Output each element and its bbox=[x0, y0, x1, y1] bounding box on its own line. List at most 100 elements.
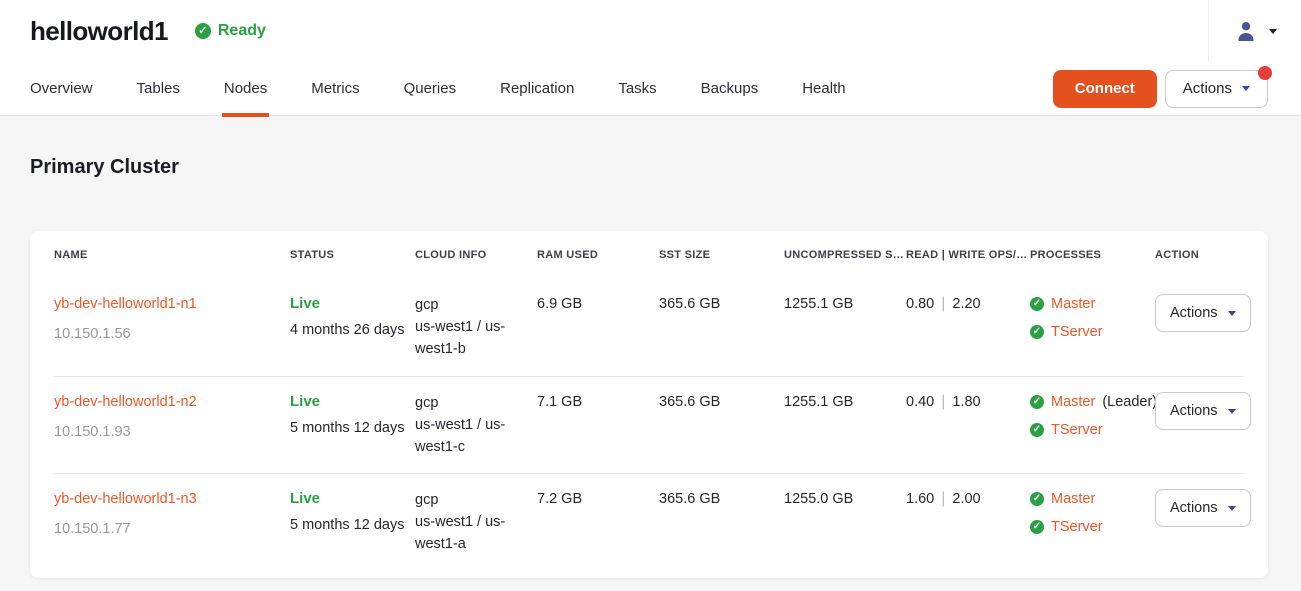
node-actions-button[interactable]: Actions bbox=[1155, 489, 1251, 527]
cell-sst-size: 365.6 GB bbox=[659, 489, 784, 509]
column-header-cloud-info[interactable]: CLOUD INFO bbox=[415, 249, 537, 261]
read-ops: 0.80 bbox=[906, 296, 934, 312]
universe-header: helloworld1 ✓ Ready bbox=[0, 0, 1301, 62]
tab-queries[interactable]: Queries bbox=[404, 62, 457, 116]
node-zone: us-west1 / us-west1-c bbox=[415, 414, 527, 458]
read-ops: 0.40 bbox=[906, 394, 934, 410]
write-ops: 2.00 bbox=[952, 491, 980, 507]
process-tserver: ✓ TServer bbox=[1030, 322, 1155, 342]
tab-tables[interactable]: Tables bbox=[137, 62, 180, 116]
nodes-page: Primary Cluster NAME STATUS CLOUD INFO R… bbox=[0, 116, 1301, 591]
process-tserver: ✓ TServer bbox=[1030, 420, 1155, 440]
node-status: Live bbox=[290, 392, 415, 412]
node-ip: 10.150.1.93 bbox=[54, 422, 290, 442]
column-header-sst-size[interactable]: SST SIZE bbox=[659, 249, 784, 261]
tab-backups[interactable]: Backups bbox=[701, 62, 759, 116]
check-circle-icon: ✓ bbox=[1030, 520, 1044, 534]
chevron-down-icon bbox=[1228, 311, 1236, 316]
cell-cloud-info: gcp us-west1 / us-west1-c bbox=[415, 392, 537, 458]
process-label: TServer bbox=[1051, 420, 1103, 440]
node-uptime: 5 months 12 days bbox=[290, 515, 415, 535]
write-ops: 1.80 bbox=[952, 394, 980, 410]
universe-actions-button[interactable]: Actions bbox=[1165, 70, 1268, 108]
node-actions-label: Actions bbox=[1170, 403, 1218, 419]
node-name-link[interactable]: yb-dev-helloworld1-n3 bbox=[54, 489, 197, 509]
cell-processes: ✓ Master ✓ TServer bbox=[1030, 489, 1155, 545]
process-label: TServer bbox=[1051, 322, 1103, 342]
process-label: TServer bbox=[1051, 517, 1103, 537]
node-provider: gcp bbox=[415, 489, 537, 511]
node-status: Live bbox=[290, 489, 415, 509]
tab-overview[interactable]: Overview bbox=[30, 62, 93, 116]
section-title: Primary Cluster bbox=[30, 116, 1268, 179]
tab-health[interactable]: Health bbox=[802, 62, 845, 116]
tab-metrics[interactable]: Metrics bbox=[311, 62, 359, 116]
cell-ram-used: 6.9 GB bbox=[537, 294, 659, 314]
cell-read-write-ops: 0.40|1.80 bbox=[906, 392, 1030, 412]
tab-nodes[interactable]: Nodes bbox=[224, 62, 267, 116]
nav-action-buttons: Connect Actions bbox=[1053, 70, 1268, 108]
process-label: Master bbox=[1051, 392, 1095, 412]
connect-button[interactable]: Connect bbox=[1053, 70, 1157, 108]
cell-read-write-ops: 0.80 | 2.20 bbox=[906, 294, 1030, 314]
cell-read-write-ops: 1.60|2.00 bbox=[906, 489, 1030, 509]
universe-nav: Overview Tables Nodes Metrics Queries Re… bbox=[0, 62, 1301, 116]
column-header-ram-used[interactable]: RAM USED bbox=[537, 249, 659, 261]
cell-action: Actions bbox=[1155, 489, 1251, 527]
cell-name: yb-dev-helloworld1-n1 10.150.1.56 bbox=[54, 294, 290, 344]
node-actions-button[interactable]: Actions bbox=[1155, 294, 1251, 332]
node-actions-label: Actions bbox=[1170, 305, 1218, 321]
node-actions-label: Actions bbox=[1170, 500, 1218, 516]
cell-processes: ✓ Master (Leader) ✓ TServer bbox=[1030, 392, 1155, 448]
universe-actions-label: Actions bbox=[1183, 80, 1232, 97]
chevron-down-icon bbox=[1242, 86, 1250, 91]
cell-ram-used: 7.2 GB bbox=[537, 489, 659, 509]
cell-uncompressed-sst: 1255.0 GB bbox=[784, 489, 906, 509]
node-name-link[interactable]: yb-dev-helloworld1-n1 bbox=[54, 294, 197, 314]
tab-replication[interactable]: Replication bbox=[500, 62, 574, 116]
cell-sst-size: 365.6 GB bbox=[659, 392, 784, 412]
check-circle-icon: ✓ bbox=[1030, 492, 1044, 506]
nodes-table-card: NAME STATUS CLOUD INFO RAM USED SST SIZE… bbox=[30, 231, 1268, 578]
process-master: ✓ Master (Leader) bbox=[1030, 392, 1155, 412]
node-uptime: 5 months 12 days bbox=[290, 418, 415, 438]
column-header-uncompressed-sst[interactable]: UNCOMPRESSED S… bbox=[784, 249, 906, 261]
column-header-read-write-ops[interactable]: READ | WRITE OPS/… bbox=[906, 249, 1030, 261]
chevron-down-icon bbox=[1228, 409, 1236, 414]
tab-tasks[interactable]: Tasks bbox=[618, 62, 656, 116]
node-zone: us-west1 / us-west1-b bbox=[415, 316, 527, 360]
write-ops: 2.20 bbox=[952, 296, 980, 312]
check-circle-icon: ✓ bbox=[195, 23, 211, 39]
process-note: (Leader) bbox=[1102, 392, 1157, 412]
process-label: Master bbox=[1051, 489, 1095, 509]
ops-separator: | bbox=[941, 295, 945, 312]
node-zone: us-west1 / us-west1-a bbox=[415, 511, 527, 555]
column-header-status[interactable]: STATUS bbox=[290, 249, 415, 261]
column-header-name[interactable]: NAME bbox=[54, 249, 290, 261]
cell-sst-size: 365.6 GB bbox=[659, 294, 784, 314]
node-name-link[interactable]: yb-dev-helloworld1-n2 bbox=[54, 392, 197, 412]
check-circle-icon: ✓ bbox=[1030, 297, 1044, 311]
user-icon bbox=[1234, 19, 1258, 43]
user-menu[interactable] bbox=[1208, 0, 1301, 62]
cell-action: Actions bbox=[1155, 294, 1251, 332]
node-ip: 10.150.1.56 bbox=[54, 324, 290, 344]
node-actions-button[interactable]: Actions bbox=[1155, 392, 1251, 430]
node-ip: 10.150.1.77 bbox=[54, 519, 290, 539]
check-circle-icon: ✓ bbox=[1030, 423, 1044, 437]
cell-cloud-info: gcp us-west1 / us-west1-a bbox=[415, 489, 537, 555]
cell-uncompressed-sst: 1255.1 GB bbox=[784, 294, 906, 314]
column-header-action[interactable]: ACTION bbox=[1155, 249, 1244, 261]
cell-cloud-info: gcp us-west1 / us-west1-b bbox=[415, 294, 537, 360]
universe-status-badge: ✓ Ready bbox=[195, 22, 266, 40]
node-status: Live bbox=[290, 294, 415, 314]
node-provider: gcp bbox=[415, 392, 537, 414]
chevron-down-icon bbox=[1269, 29, 1277, 34]
notification-dot bbox=[1258, 66, 1272, 80]
read-ops: 1.60 bbox=[906, 491, 934, 507]
chevron-down-icon bbox=[1228, 506, 1236, 511]
process-tserver: ✓ TServer bbox=[1030, 517, 1155, 537]
column-header-processes[interactable]: PROCESSES bbox=[1030, 249, 1155, 261]
cell-processes: ✓ Master ✓ TServer bbox=[1030, 294, 1155, 350]
process-label: Master bbox=[1051, 294, 1095, 314]
